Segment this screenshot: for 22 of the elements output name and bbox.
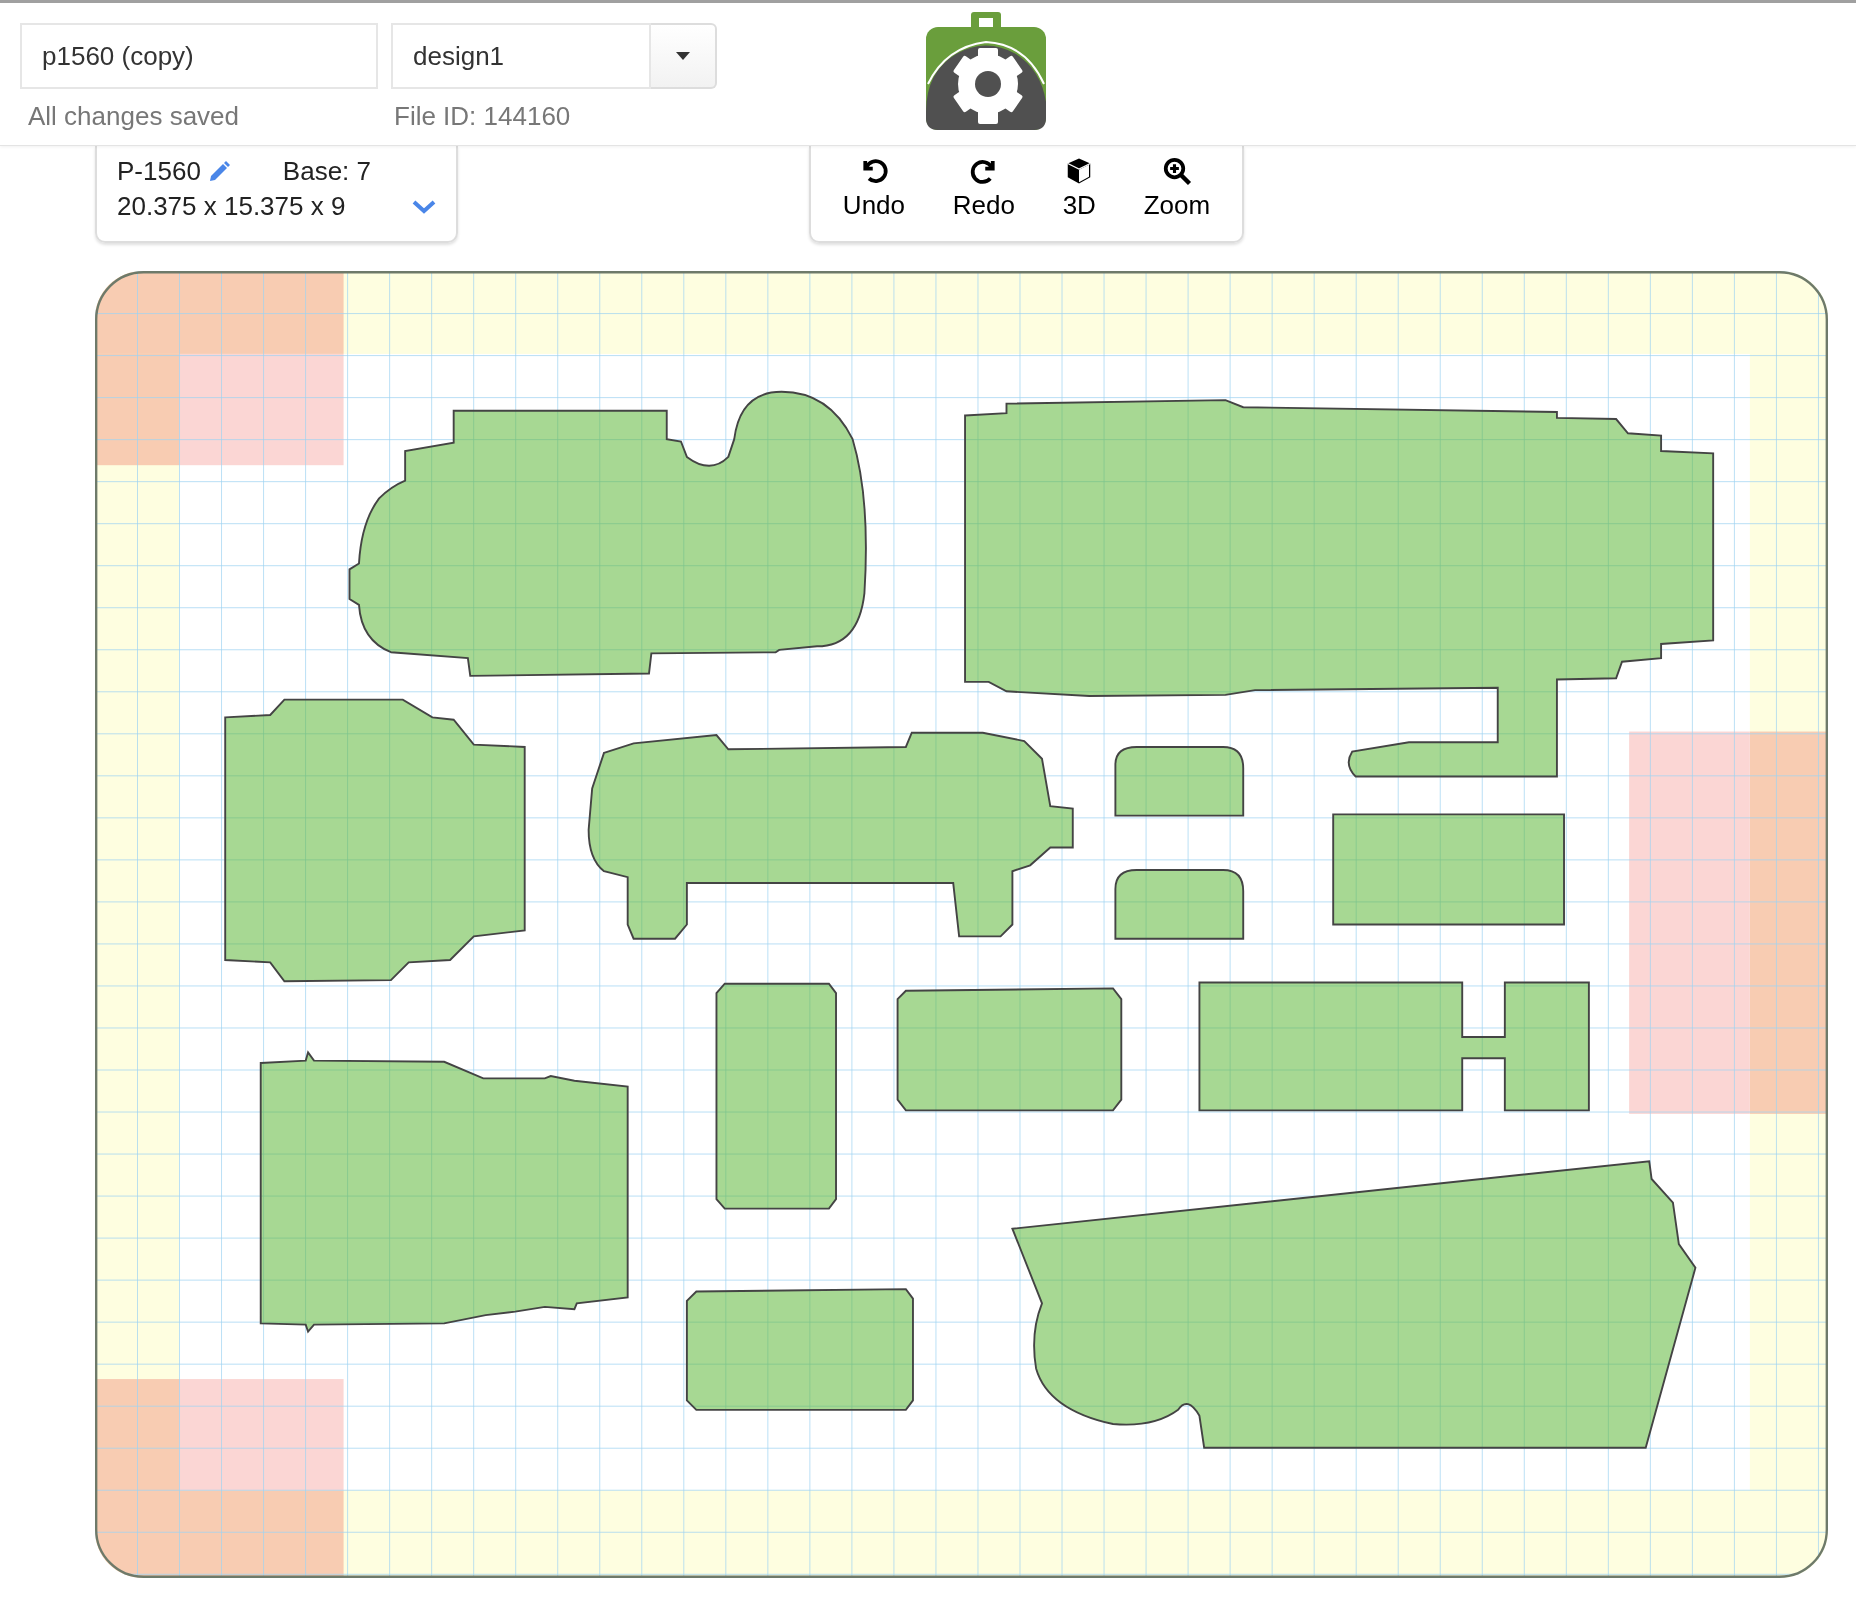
cutout-shape[interactable] <box>1198 981 1590 1112</box>
base-label: Base: 7 <box>282 156 371 187</box>
cutout-shape[interactable] <box>685 1288 914 1411</box>
part-number: P-1560 <box>117 156 201 187</box>
file-id: File ID: 144160 <box>394 101 572 132</box>
cutout-shape[interactable] <box>896 987 1123 1112</box>
chevron-down-icon[interactable] <box>412 198 436 215</box>
toolbar-button[interactable]: Redo <box>946 152 1021 232</box>
cutout-shape[interactable] <box>1332 813 1565 926</box>
cutout-shape[interactable] <box>587 731 1074 940</box>
design-field[interactable]: design1 <box>391 23 651 89</box>
zoom-in-icon <box>1161 156 1192 186</box>
toolbar-button[interactable]: Undo <box>836 152 911 232</box>
toolbar-button[interactable]: Zoom <box>1137 152 1217 232</box>
cutout-shape[interactable] <box>1114 746 1245 817</box>
caret-icon <box>676 52 690 60</box>
toolbar-button[interactable]: 3D <box>1056 152 1102 232</box>
cutout-shape[interactable] <box>1114 869 1245 940</box>
save-status: All changes saved <box>28 101 241 132</box>
file-name-field[interactable]: p1560 (copy) <box>20 23 378 89</box>
cutout-shape[interactable] <box>715 982 837 1210</box>
dimensions: 20.375 x 15.375 x 9 <box>117 191 346 222</box>
